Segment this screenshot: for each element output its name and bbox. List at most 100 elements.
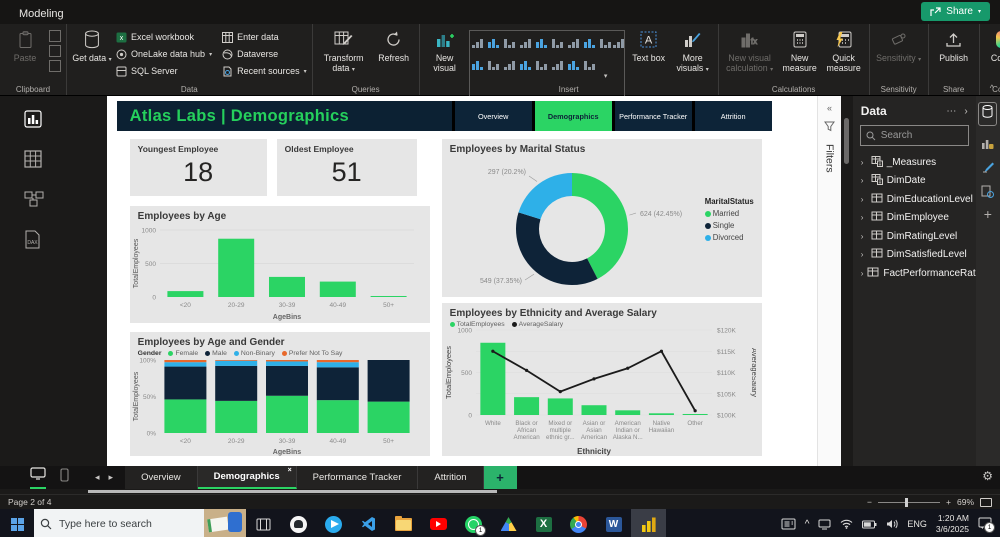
gallery-visual-icon[interactable] <box>487 60 500 70</box>
vertical-scrollbar[interactable] <box>844 118 850 164</box>
field--measures[interactable]: › _Measures <box>853 153 976 172</box>
line-point-mixed-or-multiple-ethnic-gr-[interactable] <box>558 390 562 394</box>
build-visual-icon[interactable] <box>981 137 994 150</box>
segment--20-female[interactable] <box>164 399 207 433</box>
mobile-layout-icon[interactable] <box>60 468 69 487</box>
model-view-icon[interactable] <box>24 190 44 208</box>
refresh-button[interactable]: Refresh <box>374 27 414 63</box>
add-pane-icon[interactable]: + <box>984 207 992 221</box>
whatsapp-icon[interactable]: 1 <box>456 509 491 537</box>
collapse-ribbon-icon[interactable]: ^ <box>990 83 994 93</box>
report-nav-performance-tracker[interactable]: Performance Tracker <box>614 101 692 131</box>
gallery-visual-icon[interactable] <box>471 38 484 48</box>
format-painter-icon[interactable] <box>49 60 61 72</box>
new-page-button[interactable]: + <box>483 466 517 489</box>
data-search-input[interactable]: Search <box>859 125 969 146</box>
desktop-layout-icon[interactable] <box>30 466 46 489</box>
gallery-visual-icon[interactable] <box>583 60 596 70</box>
gallery-visual-icon[interactable] <box>535 60 548 70</box>
legend-item-female[interactable]: Female <box>168 350 198 357</box>
segment--20-non-binary[interactable] <box>164 362 207 367</box>
field-dimdate[interactable]: › DimDate <box>853 172 976 191</box>
expand-field-icon[interactable]: › <box>861 195 867 204</box>
publish-button[interactable]: Publish <box>934 27 974 63</box>
expand-pane-icon[interactable]: « <box>827 103 832 113</box>
segment-20-29-prefer-not-to-say[interactable] <box>214 360 257 361</box>
telegram-icon[interactable] <box>316 509 351 537</box>
gallery-visual-icon[interactable] <box>599 38 612 48</box>
hidden-icons-chevron[interactable]: ^ <box>805 519 810 530</box>
line-point-white[interactable] <box>490 349 495 353</box>
excel-icon[interactable]: X <box>526 509 561 537</box>
segment-20-29-non-binary[interactable] <box>214 360 257 366</box>
segment-20-29-female[interactable] <box>214 400 257 433</box>
bar-white[interactable] <box>480 342 506 415</box>
report-canvas[interactable]: Atlas Labs | Demographics Overview Demogr… <box>106 96 842 473</box>
report-nav-demographics[interactable]: Demographics <box>534 101 612 131</box>
gallery-visual-icon[interactable] <box>567 38 580 48</box>
gallery-visual-icon[interactable] <box>487 38 500 48</box>
donut-slice-single[interactable] <box>515 212 598 285</box>
donut-slice-divorced[interactable] <box>518 173 572 220</box>
bar-native-hawaiian[interactable] <box>648 413 674 415</box>
visual-employees-by-age[interactable]: Employees by Age 0 500 1000 <20 20-29 30-39 40… <box>129 206 430 323</box>
widgets-icon[interactable] <box>781 518 796 530</box>
expand-field-icon[interactable]: › <box>861 269 864 278</box>
bar-40-49[interactable] <box>319 281 356 297</box>
card-oldest-employee[interactable]: Oldest Employee 51 <box>276 139 417 196</box>
gallery-visual-icon[interactable] <box>535 38 548 48</box>
legend-item-totalemployees[interactable]: TotalEmployees <box>449 321 505 328</box>
gallery-visual-icon[interactable] <box>551 60 564 70</box>
line-point-native-hawaiian[interactable] <box>659 349 663 353</box>
field-dimratinglevel[interactable]: › DimRatingLevel <box>853 227 976 246</box>
page-tab-attrition[interactable]: Attrition <box>418 466 484 489</box>
close-page-icon[interactable]: × <box>288 467 292 474</box>
more-options-icon[interactable]: ⋯ <box>946 106 956 117</box>
segment-30-39-female[interactable] <box>265 395 308 433</box>
line-point-black-or-african-american[interactable] <box>524 368 528 372</box>
segment-50--female[interactable] <box>367 401 410 433</box>
segment-30-39-non-binary[interactable] <box>265 361 308 366</box>
wifi-icon[interactable] <box>840 519 853 529</box>
sql-server-button[interactable]: SQL Server <box>116 63 212 79</box>
bar-50-[interactable] <box>370 295 407 297</box>
youtube-icon[interactable] <box>421 509 456 537</box>
filters-pane-collapsed[interactable]: « Filters <box>817 96 842 473</box>
bar-asian-or-asian-american[interactable] <box>581 405 607 415</box>
gallery-visual-icon[interactable] <box>612 38 625 48</box>
expand-field-icon[interactable]: › <box>861 176 867 185</box>
file-explorer-icon[interactable] <box>386 509 421 537</box>
line-point-american-indian-or-alaska-n-[interactable] <box>625 366 629 370</box>
line-point-asian-or-asian-american[interactable] <box>592 377 596 381</box>
settings-gear-icon[interactable]: ⚙ <box>982 469 993 483</box>
segment--20-male[interactable] <box>164 366 207 400</box>
copilot-button[interactable]: Copilot <box>985 27 1000 63</box>
card-youngest-employee[interactable]: Youngest Employee 18 <box>129 139 267 196</box>
start-button[interactable] <box>0 517 34 531</box>
expand-field-icon[interactable]: › <box>861 232 867 241</box>
segment-30-39-male[interactable] <box>265 365 308 396</box>
legend-item-married[interactable]: Married <box>704 209 754 218</box>
clock[interactable]: 1:20 AM 3/6/2025 <box>936 513 969 534</box>
segment-50--male[interactable] <box>367 360 410 402</box>
gallery-visual-icon[interactable] <box>503 38 516 48</box>
github-icon[interactable] <box>281 509 316 537</box>
legend-item-divorced[interactable]: Divorced <box>704 233 754 242</box>
bar-american-indian-or-alaska-n-[interactable] <box>614 410 640 415</box>
zoom-slider[interactable] <box>878 497 941 507</box>
page-tab-performance-tracker[interactable]: Performance Tracker <box>296 466 419 489</box>
notification-center-icon[interactable]: 1 <box>978 517 995 533</box>
new-measure-button[interactable]: New measure <box>780 27 820 74</box>
battery-icon[interactable] <box>862 520 877 529</box>
zoom-in-icon[interactable]: + <box>946 497 951 507</box>
segment-40-49-prefer-not-to-say[interactable] <box>316 360 359 363</box>
dataverse-button[interactable]: Dataverse <box>222 46 307 62</box>
gallery-visual-icon[interactable] <box>519 60 532 70</box>
analytics-icon[interactable] <box>981 185 995 198</box>
expand-field-icon[interactable]: › <box>861 213 867 222</box>
onelake-data-hub-button[interactable]: OneLake data hub ▾ <box>116 46 212 62</box>
bar-mixed-or-multiple-ethnic-gr-[interactable] <box>547 398 573 415</box>
visual-employees-by-marital-status[interactable]: Employees by Marital Status 624 (42.45%)… <box>441 139 762 297</box>
quick-measure-button[interactable]: Quick measure <box>824 27 864 74</box>
field-dimeducationlevel[interactable]: › DimEducationLevel <box>853 190 976 209</box>
